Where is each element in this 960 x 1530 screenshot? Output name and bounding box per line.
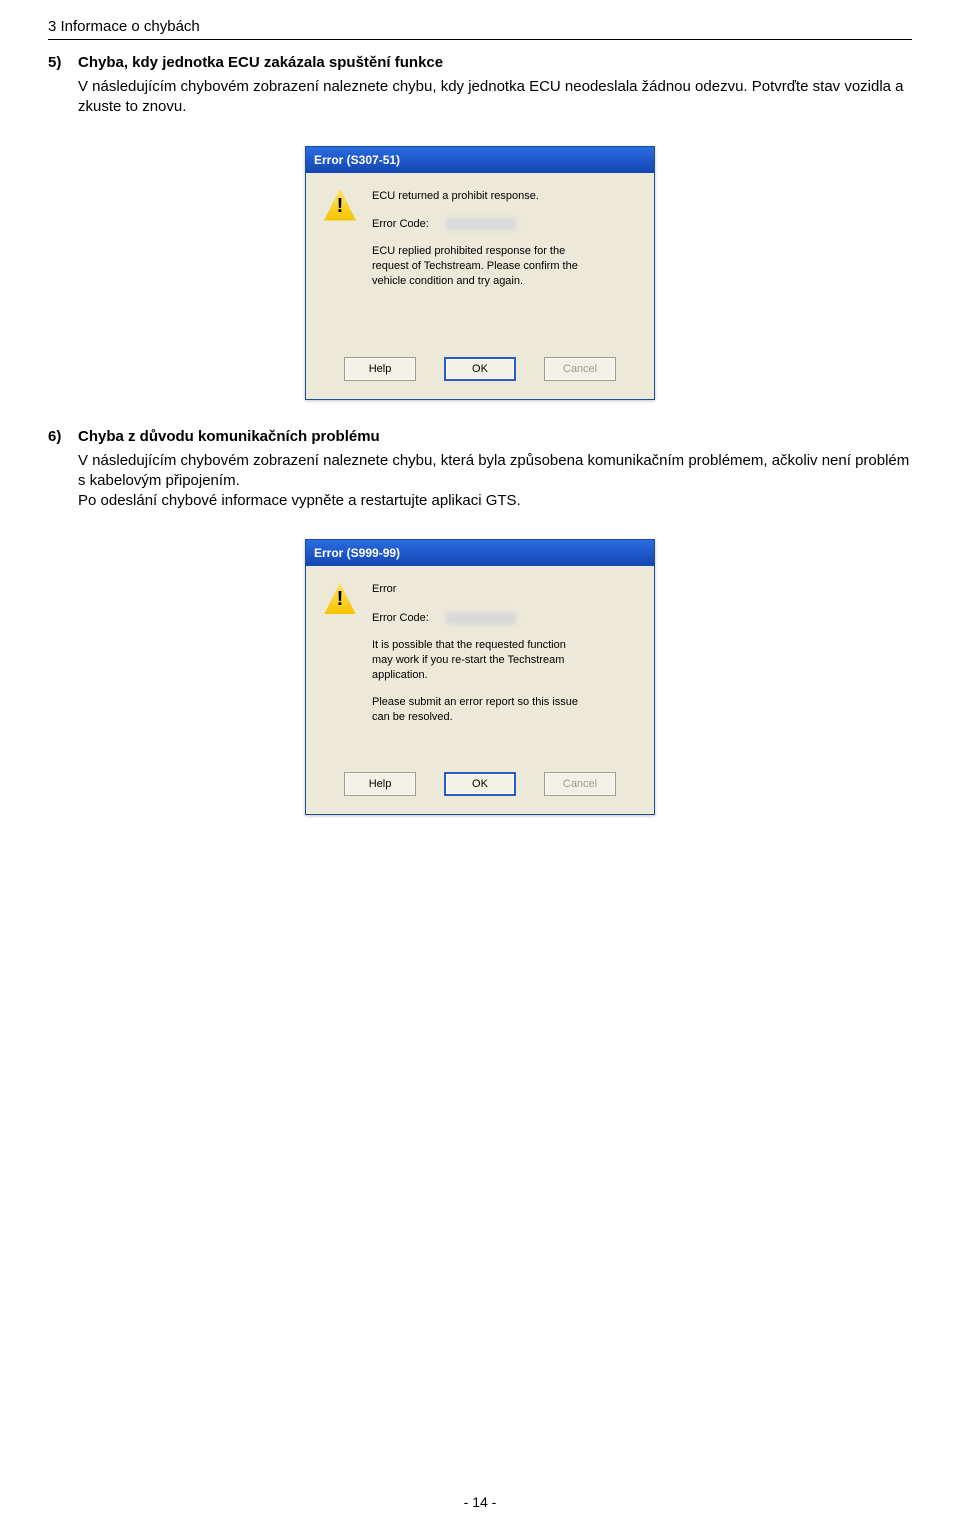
help-button[interactable]: Help [344,772,416,796]
cancel-button: Cancel [544,772,616,796]
dialog-2-error-code-blurred [446,612,516,624]
item-6-title: Chyba z důvodu komunikačních problému [78,428,380,445]
item-5: 5) Chyba, kdy jednotka ECU zakázala spuš… [48,54,912,118]
dialog-2-message: Error [372,582,636,597]
cancel-button: Cancel [544,357,616,381]
dialog-2-titlebar: Error (S999-99) [306,540,654,566]
dialog-1-button-row: Help OK Cancel [324,357,636,381]
section-header: 3 Informace o chybách [48,18,912,40]
dialog-1-titlebar: Error (S307-51) [306,147,654,173]
item-5-title: Chyba, kdy jednotka ECU zakázala spuštěn… [78,54,443,71]
item-6-body: V následujícím chybovém zobrazení nalezn… [48,451,912,512]
ok-button[interactable]: OK [444,357,516,381]
dialog-2-description-2: Please submit an error report so this is… [372,695,582,725]
page-number: - 14 - [0,1494,960,1510]
warning-icon [324,582,356,614]
item-6-number: 6) [48,428,78,445]
dialog-2-description-1: It is possible that the requested functi… [372,638,582,683]
warning-icon [324,189,356,221]
help-button[interactable]: Help [344,357,416,381]
dialog-1-description: ECU replied prohibited response for the … [372,244,582,289]
dialog-2-error-code-label: Error Code: [372,611,429,626]
item-5-body: V následujícím chybovém zobrazení nalezn… [48,77,912,118]
item-5-number: 5) [48,54,78,71]
error-dialog-2: Error (S999-99) Error Error Code: It is … [305,539,655,815]
dialog-1-message: ECU returned a prohibit response. [372,189,636,204]
ok-button[interactable]: OK [444,772,516,796]
item-6: 6) Chyba z důvodu komunikačních problému… [48,428,912,512]
dialog-1-error-code-label: Error Code: [372,217,429,232]
dialog-2-button-row: Help OK Cancel [324,772,636,796]
dialog-1-error-code-blurred [446,218,516,230]
error-dialog-1: Error (S307-51) ECU returned a prohibit … [305,146,655,400]
